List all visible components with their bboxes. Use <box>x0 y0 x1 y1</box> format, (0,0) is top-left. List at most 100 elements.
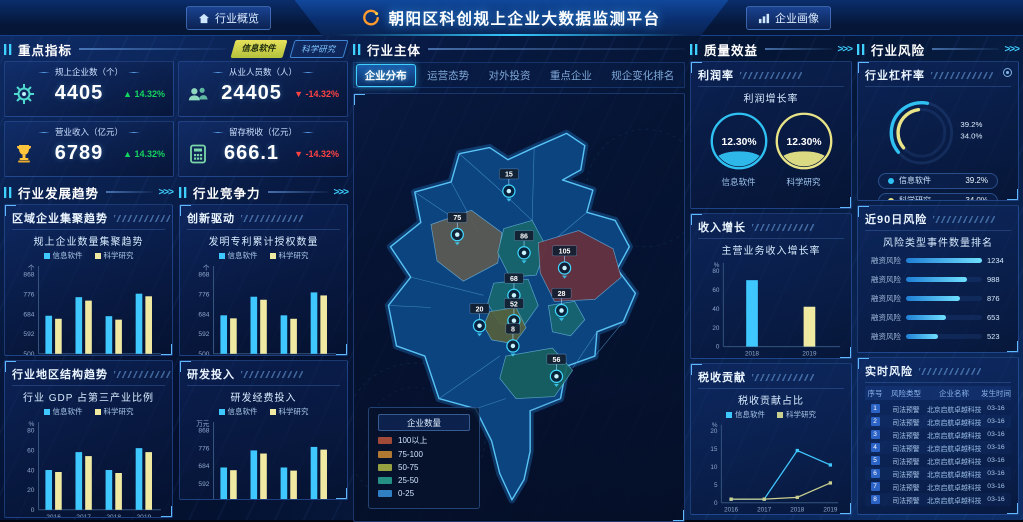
svg-text:2017: 2017 <box>76 514 91 518</box>
svg-text:105: 105 <box>559 248 571 256</box>
svg-text:0: 0 <box>714 500 718 507</box>
card-value: 666.1 <box>213 142 290 165</box>
svg-text:39.2%: 39.2% <box>960 120 982 129</box>
legend-item[interactable]: 科学研究 <box>270 250 309 261</box>
section-bars-icon <box>857 44 866 55</box>
expand-arrows[interactable]: >>> <box>1004 44 1019 55</box>
svg-text:592: 592 <box>23 331 34 338</box>
card-label: 留存税收（亿元） <box>187 126 339 138</box>
tab-企业分布[interactable]: 企业分布 <box>356 64 416 87</box>
risk-table-row[interactable]: 4司法预警北京启航卓越科技有限公司03-16 <box>865 441 1011 454</box>
indicator-card: 规上企业数（个）4405▲ 14.32% <box>4 61 174 117</box>
tab-对外投资[interactable]: 对外投资 <box>480 65 538 86</box>
chart-title: 研发经费投入 <box>187 389 340 404</box>
risk-column: 行业风险 >>> 行业杠杆率 39.2%34.0%信息软件39.2%科学研究34… <box>857 40 1019 522</box>
svg-text:52: 52 <box>510 300 518 308</box>
svg-text:684: 684 <box>198 311 209 318</box>
chart-enterprise-agglomeration: 规上企业数量集聚趋势信息软件科学研究500592684776868个201620… <box>12 233 165 356</box>
map-legend-item: 100以上 <box>378 435 470 446</box>
app-title-banner: 朝阳区科创规上企业大数据监测平台 <box>295 0 729 36</box>
risk-table: 序号风险类型企业名称发生时间1司法预警北京启航卓越科技有限公司03-162司法预… <box>865 386 1011 506</box>
legend-swatch <box>378 464 392 471</box>
trophy-icon <box>13 143 35 165</box>
card-delta: ▼ -14.32% <box>294 89 339 99</box>
chart-title: 风险类型事件数量排名 <box>865 234 1011 249</box>
map-legend-title: 企业数量 <box>378 414 470 431</box>
trend-columns: 行业发展趋势 >>> 区域企业集聚趋势 规上企业数量集聚趋势信息软件科学研究50… <box>4 183 348 522</box>
card-label: 从业人员数（人） <box>187 66 339 78</box>
hbar-row[interactable]: 融资风险1234 <box>865 251 1011 270</box>
risk-table-row[interactable]: 1司法预警北京启航卓越科技有限公司03-16 <box>865 402 1011 415</box>
chart-rd-invest: 研发经费投入信息软件科学研究500592684776868万元201620172… <box>187 389 340 500</box>
hatch-decoration <box>241 371 303 378</box>
nav-industry-overview[interactable]: 行业概览 <box>186 6 271 30</box>
legend-item[interactable]: 信息软件 <box>44 250 83 261</box>
svg-text:个: 个 <box>28 264 35 272</box>
svg-text:40: 40 <box>712 306 720 313</box>
hbar-row[interactable]: 融资风险988 <box>865 270 1011 289</box>
nav-enterprise-portrait[interactable]: 企业画像 <box>746 6 831 30</box>
tag-info-software[interactable]: 信息软件 <box>230 40 287 58</box>
legend-item[interactable]: 科学研究 <box>95 250 134 261</box>
card-value: 24405 <box>213 82 290 105</box>
indicator-card: 留存税收（亿元）666.1▼ -14.32% <box>178 121 348 177</box>
hbar-row[interactable]: 融资风险653 <box>865 308 1011 327</box>
svg-text:2019: 2019 <box>136 514 151 518</box>
risk-table-row[interactable]: 6司法预警北京启航卓越科技有限公司03-16 <box>865 467 1011 480</box>
card-value: 6789 <box>39 142 119 165</box>
legend-item[interactable]: 科学研究 <box>95 406 134 417</box>
info-icon[interactable] <box>1003 68 1012 77</box>
risk-table-row[interactable]: 5司法预警北京启航卓越科技有限公司03-16 <box>865 454 1011 467</box>
risk-table-row[interactable]: 8司法预警北京启航卓越科技有限公司03-16 <box>865 493 1011 506</box>
section-line <box>932 48 999 50</box>
svg-text:34.0%: 34.0% <box>960 132 982 141</box>
section-title: 重点指标 <box>18 40 72 59</box>
legend-item[interactable]: 科学研究 <box>777 409 816 420</box>
indicator-card: 营业收入（亿元）6789▲ 14.32% <box>4 121 174 177</box>
tab-运营态势[interactable]: 运营态势 <box>419 65 477 86</box>
legend-item[interactable]: 科学研究 <box>270 406 309 417</box>
svg-text:%: % <box>712 422 718 429</box>
hbar-row[interactable]: 融资风险523 <box>865 327 1011 346</box>
nav-enterprise-portrait-label: 企业画像 <box>775 10 819 26</box>
section-line <box>428 48 685 50</box>
expand-arrows[interactable]: >>> <box>333 187 348 198</box>
hatch-decoration <box>933 216 995 223</box>
competitiveness-subcolumn: 行业竞争力 >>> 创新驱动 发明专利累计授权数量信息软件科学研究5005926… <box>179 183 348 522</box>
industry-tags: 信息软件 科学研究 <box>233 40 346 58</box>
donut-legend-item[interactable]: 信息软件39.2% <box>878 173 998 189</box>
svg-text:8: 8 <box>511 326 515 334</box>
chart-legend: 信息软件 科学研究 <box>12 406 165 417</box>
donut-legend-item[interactable]: 科学研究34.0% <box>878 193 998 201</box>
tag-science-research[interactable]: 科学研究 <box>289 40 348 58</box>
indicator-cards: 规上企业数（个）4405▲ 14.32% 从业人员数（人） 24405 ▼ -14.3… <box>4 61 348 177</box>
legend-item[interactable]: 信息软件 <box>219 250 258 261</box>
hatch-decoration <box>114 215 173 222</box>
hatch-decoration <box>241 215 303 222</box>
risk-table-row[interactable]: 3司法预警北京启航卓越科技有限公司03-16 <box>865 428 1011 441</box>
legend-swatch <box>378 490 392 497</box>
risk-table-row[interactable]: 7司法预警北京启航卓越科技有限公司03-16 <box>865 480 1011 493</box>
expand-arrows[interactable]: >>> <box>158 187 173 198</box>
svg-text:2018: 2018 <box>106 514 121 518</box>
quality-column: 质量效益 >>> 利润率 利润增长率12.30%信息软件12.30%科学研究 收… <box>690 40 852 522</box>
risk-table-row[interactable]: 2司法预警北京启航卓越科技有限公司03-16 <box>865 415 1011 428</box>
tab-规企变化排名[interactable]: 规企变化排名 <box>603 65 682 86</box>
section-competitiveness: 行业竞争力 >>> <box>179 183 348 201</box>
chart-gdp-share: 行业 GDP 占第三产业比例信息软件科学研究020406080%20162017… <box>12 389 165 518</box>
legend-item[interactable]: 信息软件 <box>44 406 83 417</box>
expand-arrows[interactable]: >>> <box>837 44 852 55</box>
hbar-row[interactable]: 融资风险876 <box>865 289 1011 308</box>
svg-text:60: 60 <box>712 287 720 294</box>
chart-patents: 发明专利累计授权数量信息软件科学研究500592684776868个201620… <box>187 233 340 356</box>
chart-tax-share: 税收贡献占比信息软件科学研究05101520%2016201720182019 <box>698 392 844 515</box>
legend-item[interactable]: 信息软件 <box>726 409 765 420</box>
panel-realtime-risk: 实时风险 序号风险类型企业名称发生时间1司法预警北京启航卓越科技有限公司03-1… <box>857 357 1019 515</box>
section-title: 行业竞争力 <box>193 183 261 202</box>
svg-text:2016: 2016 <box>46 514 61 518</box>
tab-重点企业[interactable]: 重点企业 <box>542 65 600 86</box>
svg-text:20: 20 <box>27 487 35 494</box>
svg-text:20: 20 <box>710 428 718 435</box>
svg-text:868: 868 <box>198 427 209 434</box>
legend-item[interactable]: 信息软件 <box>219 406 258 417</box>
